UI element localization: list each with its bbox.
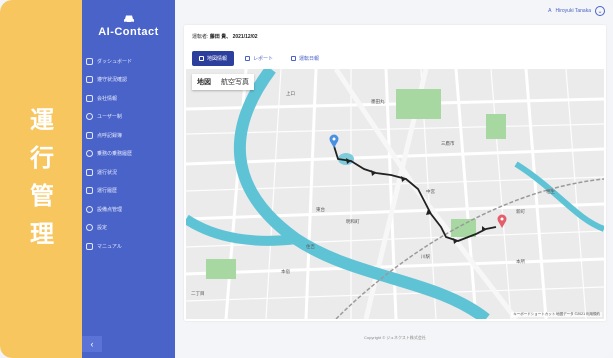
user-icon [86,113,93,121]
tab-daily-report[interactable]: 運転日報 [284,51,327,66]
sidebar-item-label: 運行状況 [97,169,118,176]
map-label: 東台 [316,207,325,212]
sidebar: AI-Contact ダッシュボード 遵守状況確認 会社情報 ユーザー制 点呼記… [82,0,175,358]
daily-report-icon [291,56,297,61]
map-label: 相生 [546,189,555,194]
sidebar-item-roll-call[interactable]: 点呼記録簿 [82,126,175,145]
section-title-char: 理 [30,220,54,248]
user-icon: A [548,8,552,14]
main-card: 運転者: 藤田 貴、 2021/12/02 地図情報 レポート 運転日報 上口 … [184,25,606,321]
app-logo[interactable]: AI-Contact [82,14,175,38]
map-type-map-button[interactable]: 地図 [192,74,216,90]
map-label: 新町 [516,209,525,214]
map-label: 三鷹市 [441,141,455,146]
tab-bar: 地図情報 レポート 運転日報 [192,51,327,66]
sidebar-item-operation[interactable]: 運行状況 [82,163,175,182]
map-pin-icon [199,56,204,61]
map-label: 本所 [516,259,525,264]
tab-label: 地図情報 [207,56,228,62]
sidebar-item-label: 点呼記録簿 [97,132,123,139]
tab-report[interactable]: レポート [238,51,281,66]
sidebar-item-label: ユーザー制 [97,114,122,121]
map-label: 本宿 [281,269,290,274]
operation-history-icon [86,187,93,195]
map-label: 墨田丸 [371,99,385,104]
map-view[interactable]: 上口 墨田丸 三鷹市 東台 明和町 中宮 新町 相生 川駅 本所 本宿 住吉 二… [186,69,604,319]
driver-label: 運転者: [192,34,209,40]
tab-label: 運転日報 [299,56,320,62]
sidebar-item-settings[interactable]: 設定 [82,219,175,238]
app-name: AI-Contact [98,26,159,38]
sidebar-item-label: 設定 [97,225,108,232]
map-label: 上口 [286,91,295,96]
trip-info: 運転者: 藤田 貴、 2021/12/02 [192,33,258,40]
user-name: Hiroyuki Tanaka [555,8,591,14]
trip-date: 2021/12/02 [232,34,258,40]
map-type-control: 地図 航空写真 [192,74,254,90]
sidebar-item-label: 設備点管理 [97,206,123,213]
sidebar-item-compliance[interactable]: 遵守状況確認 [82,71,175,90]
compliance-icon [86,76,93,84]
manual-icon [86,242,93,250]
sidebar-item-label: 運行履歴 [97,188,118,195]
section-title-char: 行 [30,144,54,172]
map-label: 住吉 [306,244,315,249]
sidebar-collapse-button[interactable]: ‹ [82,336,102,352]
section-title: 運 行 管 理 [22,104,62,250]
sidebar-item-operation-history[interactable]: 運行履歴 [82,182,175,201]
company-icon [86,94,93,102]
sidebar-item-equipment[interactable]: 設備点管理 [82,200,175,219]
car-icon [123,15,134,24]
dashboard-icon [86,57,93,65]
report-icon [245,56,251,61]
sidebar-item-history[interactable]: 乗務の乗務履歴 [82,145,175,164]
section-title-char: 管 [30,182,54,210]
sidebar-item-label: 乗務の乗務履歴 [97,151,133,158]
map-label: 川駅 [421,254,430,259]
sidebar-item-dashboard[interactable]: ダッシュボード [82,52,175,71]
map-attribution[interactable]: キーボードショートカット 地図データ ©2021 利用規約 [511,312,602,317]
sidebar-item-label: ダッシュボード [97,58,133,65]
footer-copyright: Copyright © ジュネクスト株式会社 [364,335,426,340]
app-frame: 運 行 管 理 AI-Contact ダッシュボード 遵守状況確認 会社情報 ユ… [0,0,613,358]
section-title-char: 運 [30,106,54,134]
sidebar-item-label: マニュアル [97,243,122,250]
roll-call-icon [86,131,93,139]
map-canvas[interactable] [186,69,604,319]
tab-map-info[interactable]: 地図情報 [192,51,235,66]
map-type-satellite-button[interactable]: 航空写真 [216,74,254,90]
operation-icon [86,168,93,176]
map-label: 中宮 [426,189,435,194]
sidebar-item-label: 遵守状況確認 [97,77,128,84]
tab-label: レポート [253,56,274,62]
equipment-icon [86,205,93,213]
sidebar-item-label: 会社情報 [97,95,118,102]
settings-icon [86,224,93,232]
chevron-down-icon[interactable]: ⌄ [595,6,605,16]
map-label: 二丁目 [191,291,205,296]
user-menu[interactable]: A Hiroyuki Tanaka ⌄ [548,6,605,16]
sidebar-item-company[interactable]: 会社情報 [82,89,175,108]
sidebar-item-manual[interactable]: マニュアル [82,237,175,256]
map-label: 明和町 [346,219,360,224]
section-band: 運 行 管 理 [0,0,82,358]
sidebar-item-users[interactable]: ユーザー制 [82,108,175,127]
sidebar-nav: ダッシュボード 遵守状況確認 会社情報 ユーザー制 点呼記録簿 乗務の乗務履歴 … [82,52,175,256]
driver-name: 藤田 貴、 [209,34,232,40]
history-icon [86,150,93,158]
